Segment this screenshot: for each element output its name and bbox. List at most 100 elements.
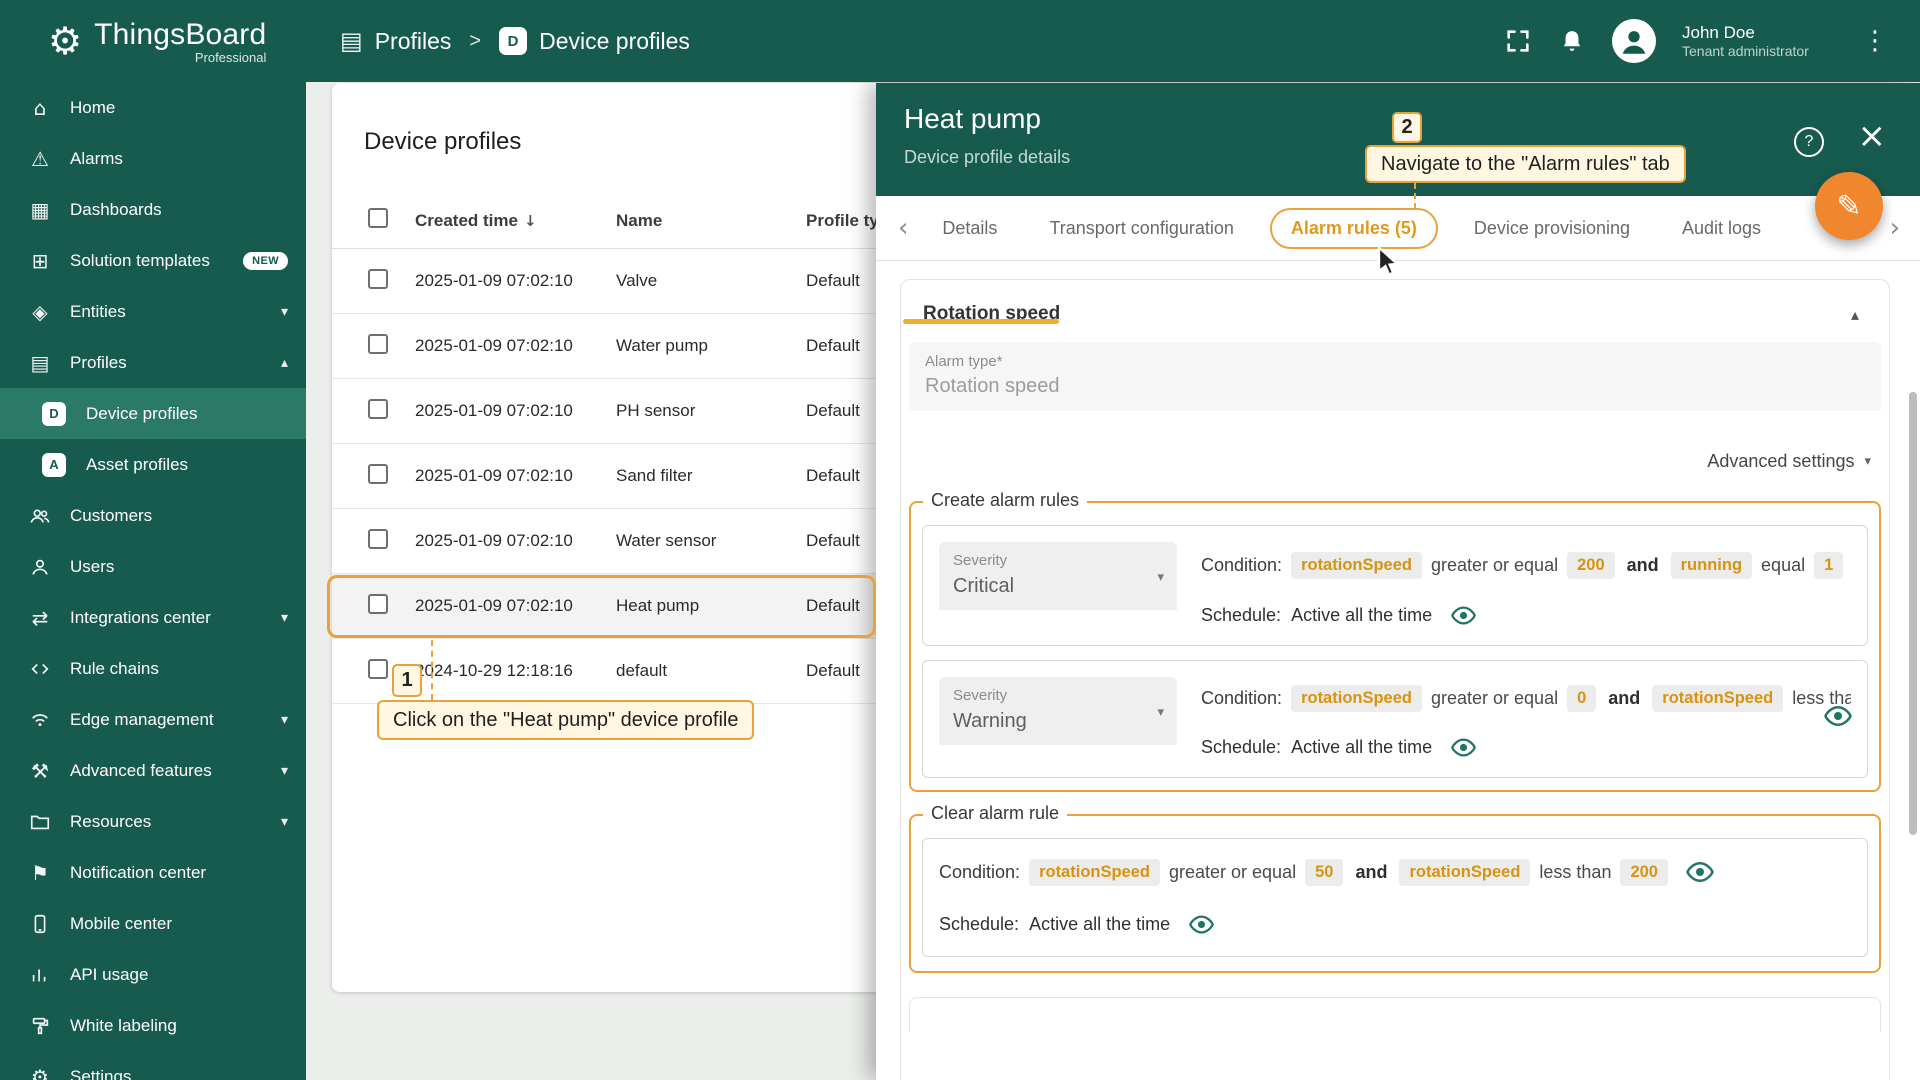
schedule-row: Schedule: Active all the time — [1201, 734, 1851, 761]
column-created-time[interactable]: Created time ↓ — [415, 211, 616, 231]
drawer-scrollbar[interactable] — [1909, 392, 1917, 835]
schedule-value: Active all the time — [1291, 605, 1433, 625]
rule-chains-icon — [26, 658, 54, 680]
user-name: John Doe — [1682, 22, 1755, 42]
tab-alarm-rules[interactable]: Alarm rules (5) — [1269, 207, 1438, 249]
asset-profile-icon: A — [42, 452, 66, 477]
condition-eye-icon[interactable] — [1685, 857, 1715, 887]
tabs-forward-icon[interactable]: › — [1882, 213, 1908, 243]
tabs-back-icon[interactable]: ‹ — [890, 213, 916, 243]
resources-folder-icon — [26, 811, 54, 833]
brand-name: ThingsBoard — [94, 17, 267, 51]
row-checkbox[interactable] — [368, 528, 388, 549]
alarm-type-field[interactable]: Alarm type* Rotation speed — [909, 342, 1881, 411]
schedule-eye-icon[interactable] — [1188, 911, 1215, 938]
create-alarm-rules-group: Create alarm rules Severity Critical ▾ C… — [909, 490, 1881, 792]
breadcrumb-page[interactable]: Device profiles — [539, 28, 690, 55]
sidebar-item-alarms[interactable]: ⚠ Alarms — [0, 133, 306, 184]
profiles-icon: ▤ — [30, 350, 50, 375]
edit-fab-button[interactable]: ✎ — [1815, 172, 1883, 240]
row-checkbox[interactable] — [368, 268, 388, 289]
close-icon[interactable]: × — [1858, 119, 1887, 153]
thingsboard-app: ⚙ ThingsBoard Professional ▤ Profiles > … — [0, 0, 1920, 1080]
column-name[interactable]: Name — [616, 211, 806, 231]
row-checkbox[interactable] — [368, 398, 388, 419]
key-chip: rotationSpeed — [1291, 551, 1422, 579]
users-icon — [26, 556, 54, 578]
drawer-body: Rotation speed ▴ Alarm type* Rotation sp… — [876, 261, 1920, 1080]
notifications-bell-icon[interactable] — [1558, 27, 1586, 55]
breadcrumb-separator: > — [469, 29, 482, 52]
schedule-eye-icon[interactable] — [1450, 602, 1477, 629]
brand-edition: Professional — [194, 49, 267, 65]
sidebar-item-resources[interactable]: Resources ▾ — [0, 796, 306, 847]
severity-select[interactable]: Severity Warning ▾ — [939, 677, 1177, 745]
tab-details[interactable]: Details — [916, 218, 1023, 239]
select-all-checkbox[interactable] — [368, 208, 388, 228]
sidebar-item-label: Edge management — [70, 709, 214, 729]
sidebar-item-notification-center[interactable]: ⚑ Notification center — [0, 847, 306, 898]
tab-transport-configuration[interactable]: Transport configuration — [1023, 218, 1259, 239]
sidebar-item-rule-chains[interactable]: Rule chains — [0, 643, 306, 694]
user-menu[interactable]: John Doe Tenant administrator — [1682, 22, 1832, 61]
thingsboard-logo[interactable]: ⚙ ThingsBoard Professional — [0, 18, 340, 65]
alarm-type-label: Alarm type* — [925, 353, 1003, 370]
sidebar-item-white-labeling[interactable]: White labeling — [0, 1000, 306, 1051]
help-button[interactable]: ? — [1794, 127, 1824, 157]
avatar[interactable] — [1612, 19, 1656, 63]
tab-audit-logs[interactable]: Audit logs — [1656, 218, 1787, 239]
fullscreen-icon[interactable] — [1504, 27, 1532, 55]
sidebar-item-label: Home — [70, 97, 116, 117]
tab-device-provisioning[interactable]: Device provisioning — [1448, 218, 1656, 239]
sidebar-item-profiles[interactable]: ▤ Profiles ▴ — [0, 337, 306, 388]
sidebar-item-users[interactable]: Users — [0, 541, 306, 592]
solution-templates-icon: ⊞ — [31, 248, 49, 273]
advanced-settings-toggle[interactable]: Advanced settings ▾ — [901, 437, 1889, 485]
dropdown-arrow-icon: ▾ — [1157, 705, 1164, 720]
sidebar-item-settings[interactable]: ⚙ Settings — [0, 1051, 306, 1080]
integrations-icon: ⇄ — [31, 605, 49, 630]
chevron-down-icon: ▾ — [1864, 453, 1871, 469]
schedule-eye-icon[interactable] — [1450, 734, 1477, 761]
annotation-step-label-1: Click on the "Heat pump" device profile — [377, 700, 755, 740]
row-checkbox[interactable] — [368, 658, 388, 679]
edge-management-icon — [26, 709, 54, 731]
chevron-down-icon: ▾ — [280, 813, 288, 830]
condition-eye-icon[interactable] — [1823, 701, 1853, 731]
severity-select[interactable]: Severity Critical ▾ — [939, 542, 1177, 610]
device-profile-icon: D — [499, 27, 528, 55]
app-header: ⚙ ThingsBoard Professional ▤ Profiles > … — [0, 0, 1920, 82]
severity-label: Severity — [953, 552, 1008, 569]
clear-alarm-rule-legend: Clear alarm rule — [923, 803, 1068, 824]
home-icon: ⌂ — [33, 95, 47, 120]
collapse-section-icon[interactable]: ▴ — [1843, 305, 1867, 324]
sidebar-item-asset-profiles[interactable]: A Asset profiles — [0, 439, 306, 490]
sidebar-item-integrations-center[interactable]: ⇄ Integrations center ▾ — [0, 592, 306, 643]
new-badge: NEW — [243, 251, 288, 270]
sidebar-item-home[interactable]: ⌂ Home — [0, 82, 306, 133]
alarm-icon: ⚠ — [31, 146, 49, 171]
more-vert-icon[interactable]: ⋮ — [1858, 28, 1892, 54]
sidebar-item-api-usage[interactable]: API usage — [0, 949, 306, 1000]
sidebar-item-label: Settings — [70, 1066, 132, 1080]
sidebar-item-label: Rule chains — [70, 658, 159, 678]
sidebar-item-advanced-features[interactable]: ⚒ Advanced features ▾ — [0, 745, 306, 796]
profiles-icon: ▤ — [340, 27, 363, 55]
row-checkbox[interactable] — [368, 333, 388, 354]
sidebar-item-label: Entities — [70, 301, 126, 321]
dashboards-icon: ▦ — [30, 197, 50, 222]
sidebar-item-dashboards[interactable]: ▦ Dashboards — [0, 184, 306, 235]
sidebar-item-device-profiles[interactable]: D Device profiles — [0, 388, 306, 439]
sidebar-item-solution-templates[interactable]: ⊞ Solution templates NEW — [0, 235, 306, 286]
white-labeling-paint-icon — [26, 1015, 54, 1037]
row-checkbox[interactable] — [368, 593, 388, 614]
breadcrumb-section[interactable]: Profiles — [375, 28, 452, 55]
sidebar-item-mobile-center[interactable]: Mobile center — [0, 898, 306, 949]
row-checkbox[interactable] — [368, 463, 388, 484]
sidebar-item-edge-management[interactable]: Edge management ▾ — [0, 694, 306, 745]
key-chip: rotationSpeed — [1399, 858, 1531, 886]
sidebar-item-entities[interactable]: ◈ Entities ▾ — [0, 286, 306, 337]
sidebar-item-label: Resources — [70, 811, 152, 831]
sidebar-item-label: Device profiles — [86, 403, 198, 423]
sidebar-item-customers[interactable]: Customers — [0, 490, 306, 541]
